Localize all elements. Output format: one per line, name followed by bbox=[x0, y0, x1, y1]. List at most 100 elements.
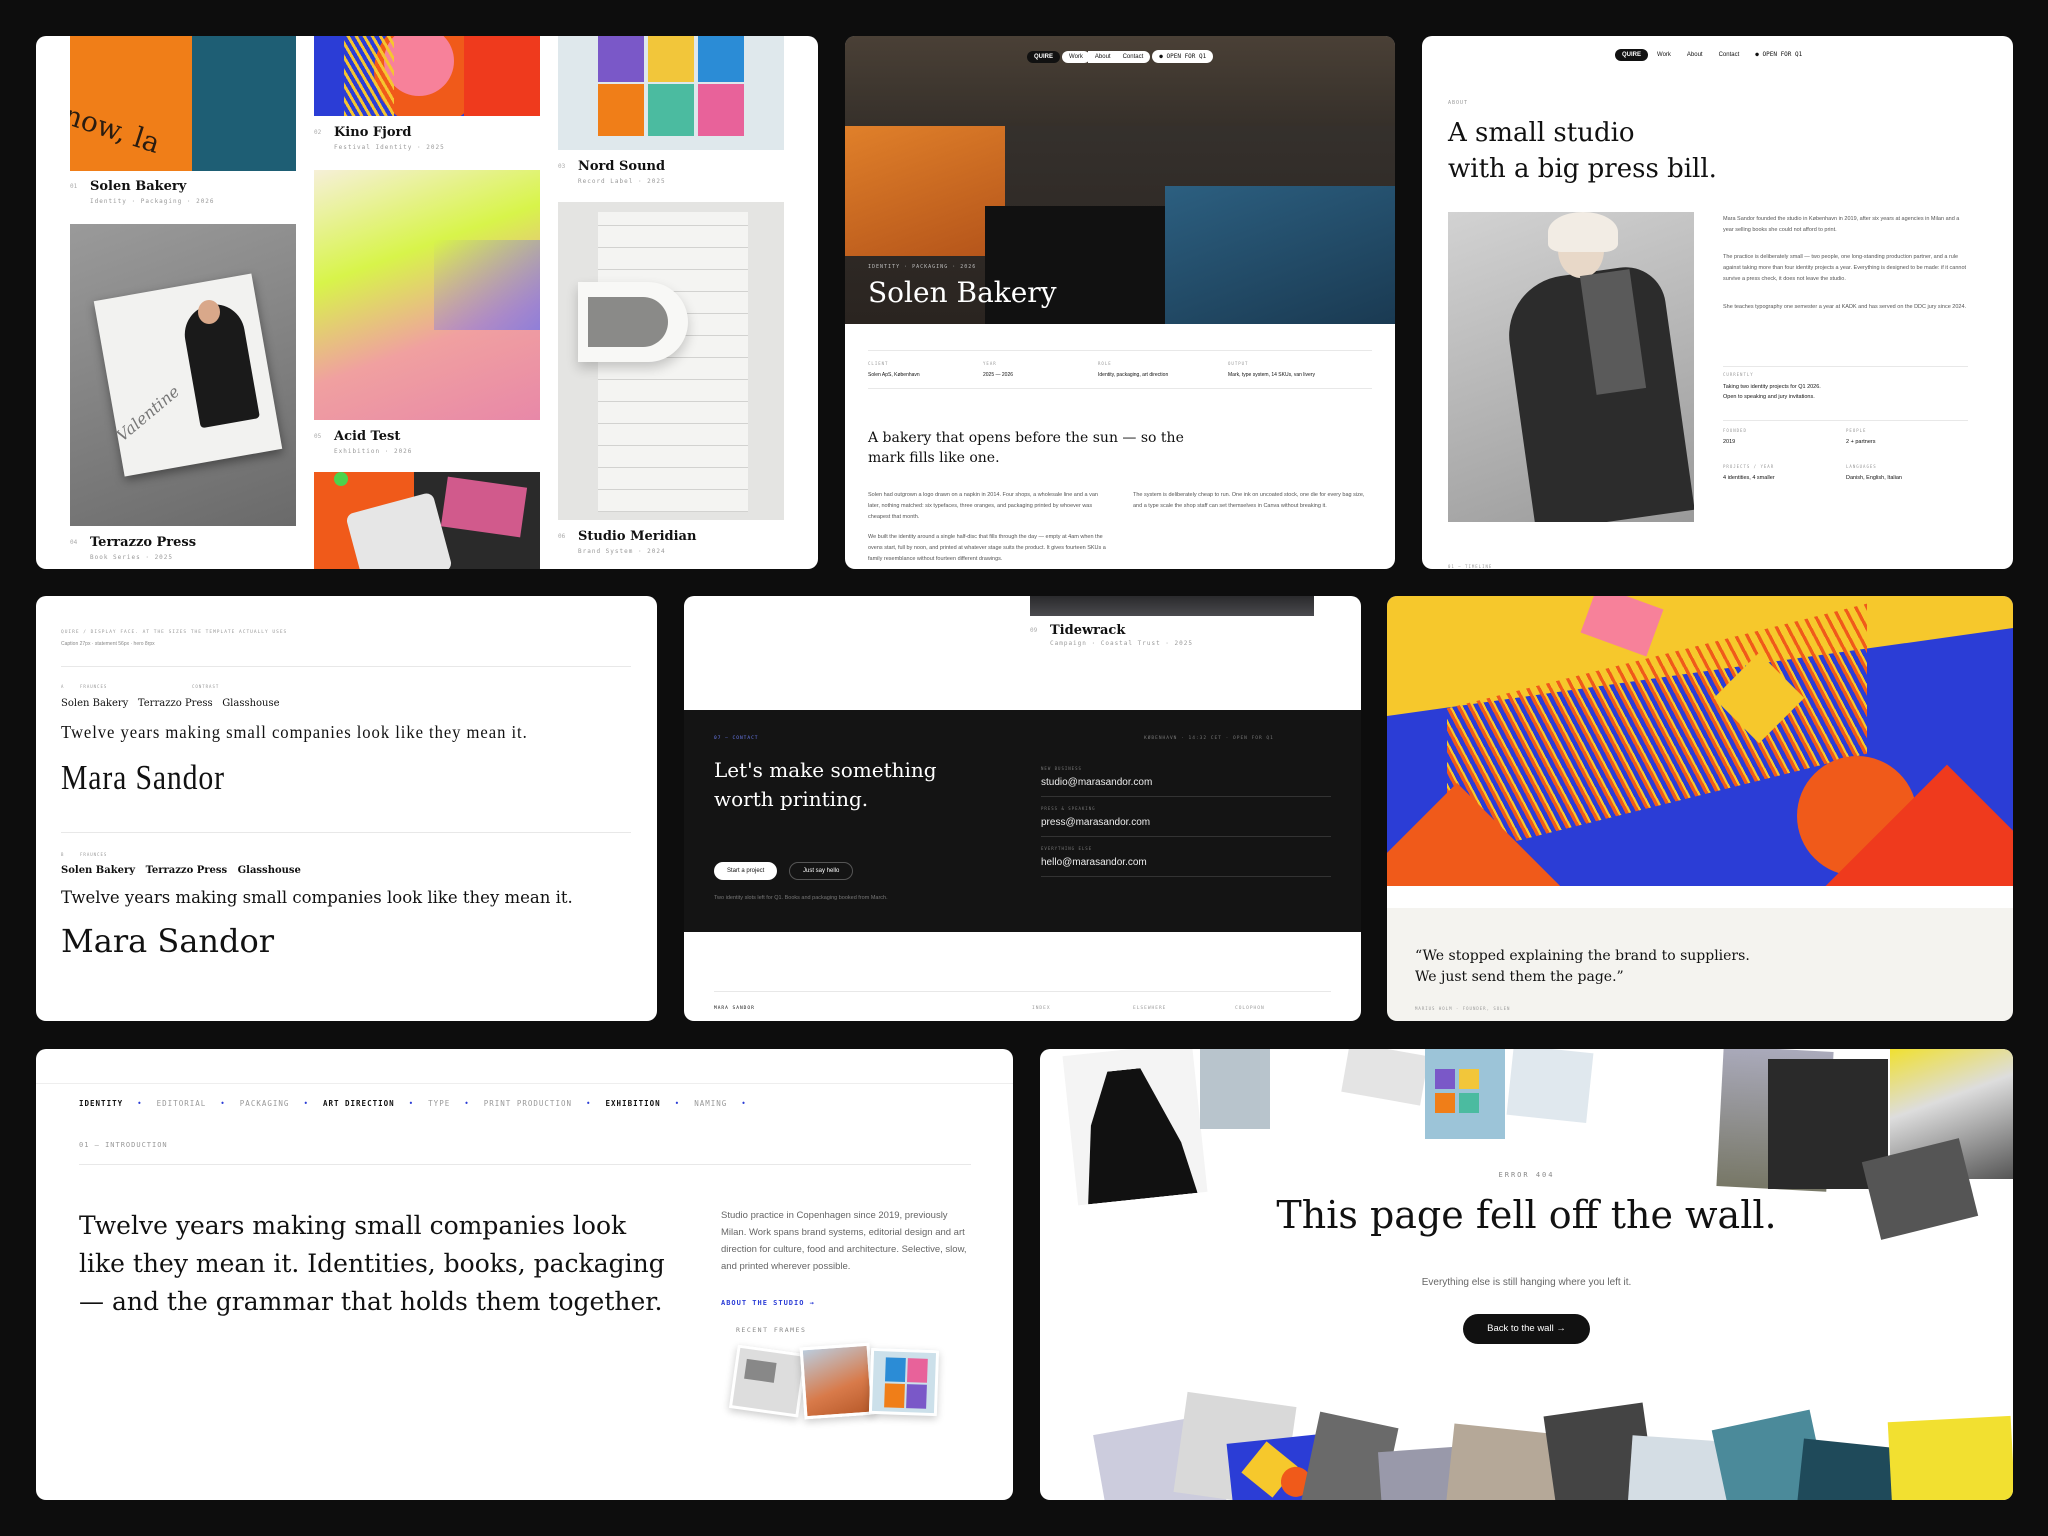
misc-desk-image[interactable] bbox=[314, 472, 540, 569]
collage-photo bbox=[1341, 1049, 1429, 1106]
collage-photo bbox=[1200, 1049, 1270, 1129]
logo-pill[interactable]: QUIRE bbox=[1615, 49, 1649, 61]
nav-link-about[interactable]: About bbox=[1087, 51, 1118, 63]
email-new-business[interactable]: studio@marasandor.com bbox=[1041, 777, 1152, 788]
project-title-meridian[interactable]: Studio Meridian bbox=[578, 529, 696, 544]
nav-link-work[interactable]: Work bbox=[1650, 49, 1678, 61]
about-studio-link[interactable]: ABOUT THE STUDIO → bbox=[721, 1299, 815, 1307]
email-press[interactable]: press@marasandor.com bbox=[1041, 817, 1150, 828]
acid-test-image[interactable] bbox=[314, 170, 540, 420]
logo-pill[interactable]: QUIRE bbox=[1027, 51, 1061, 63]
quote-line-1: “We stopped explaining the brand to supp… bbox=[1415, 948, 1750, 964]
meta-label: ROLE bbox=[1098, 361, 1112, 366]
intro-body: Studio practice in Copenhagen since 2019… bbox=[721, 1210, 967, 1272]
nord-sound-image[interactable] bbox=[558, 36, 784, 150]
collage-photo bbox=[1887, 1415, 2013, 1500]
tag-editorial[interactable]: EDITORIAL bbox=[157, 1099, 207, 1108]
gallery-panel: now, la 01 Solen Bakery Identity · Packa… bbox=[36, 36, 818, 569]
nav-link-contact[interactable]: Contact bbox=[1712, 49, 1747, 61]
quote-line-2: We just send them the page.” bbox=[1415, 969, 1624, 985]
project-title-solen[interactable]: Solen Bakery bbox=[90, 179, 186, 194]
variant-b-hero: Mara Sandor bbox=[61, 922, 275, 960]
about-para-3: She teaches typography one semester a ye… bbox=[1723, 304, 1967, 310]
specimen-header: QUIRE / DISPLAY FACE. AT THE SIZES THE T… bbox=[61, 630, 288, 635]
start-project-button[interactable]: Start a project bbox=[714, 862, 778, 880]
project-sub: Book Series · 2025 bbox=[90, 554, 174, 561]
tag-type[interactable]: TYPE bbox=[428, 1099, 450, 1108]
contact-label: PRESS & SPEAKING bbox=[1041, 806, 1096, 811]
item-number: 09 bbox=[1030, 627, 1038, 634]
variant-b-names: Solen Bakery Terrazzo Press Glasshouse bbox=[61, 865, 301, 876]
status-pill[interactable]: ● OPEN FOR Q1 bbox=[1748, 48, 1809, 61]
nav-link-work[interactable]: Work bbox=[1062, 51, 1090, 63]
tag-identity[interactable]: IDENTITY bbox=[79, 1099, 123, 1108]
meta-row: CLIENT Solen ApS, København YEAR 2025 — 20… bbox=[868, 361, 1372, 378]
fact-value: Danish, English, Italian bbox=[1846, 475, 1902, 481]
footer-link-colophon[interactable]: Colophon bbox=[1235, 1006, 1265, 1011]
footer-brand[interactable]: MARA SANDOR bbox=[714, 1006, 755, 1011]
tag-packaging[interactable]: PACKAGING bbox=[240, 1099, 290, 1108]
project-title-kino[interactable]: Kino Fjord bbox=[334, 125, 411, 140]
section-tag: ABOUT bbox=[1448, 100, 1469, 106]
frame-thumb-3[interactable] bbox=[868, 1347, 940, 1417]
nav-link-contact[interactable]: Contact bbox=[1115, 51, 1151, 63]
project-title-tidewrack[interactable]: Tidewrack bbox=[1050, 623, 1125, 638]
intro-headline-1: Twelve years making small companies look bbox=[79, 1211, 627, 1240]
tag-exhibition[interactable]: EXHIBITION bbox=[606, 1099, 661, 1108]
variant-a-hero: Mara Sandor bbox=[61, 758, 225, 797]
recent-frames-label: RECENT FRAMES bbox=[736, 1326, 807, 1334]
email-hello[interactable]: hello@marasandor.com bbox=[1041, 857, 1147, 868]
contact-headline-1: Let's make something bbox=[714, 758, 937, 782]
frame-thumb-2[interactable] bbox=[799, 1342, 875, 1420]
fact-label: LANGUAGES bbox=[1846, 464, 1877, 469]
separator-dot: • bbox=[586, 1099, 592, 1108]
fact-label: PEOPLE bbox=[1846, 428, 1867, 433]
timeline-label: 01 — TIMELINE bbox=[1448, 564, 1493, 569]
project-title-terrazzo[interactable]: Terrazzo Press bbox=[90, 535, 196, 550]
currently-label: CURRENTLY bbox=[1723, 372, 1754, 377]
contact-label: NEW BUSINESS bbox=[1041, 766, 1082, 771]
meridian-building-image[interactable] bbox=[558, 202, 784, 520]
variant-b-label: FRAUNCES bbox=[80, 852, 108, 857]
tag-art-direction[interactable]: ART DIRECTION bbox=[323, 1099, 395, 1108]
footer-link-elsewhere[interactable]: Elsewhere bbox=[1133, 1006, 1166, 1011]
section-text: 07 — CONTACT bbox=[714, 736, 759, 741]
service-tags: IDENTITY • EDITORIAL • PACKAGING • ART DIRE… bbox=[79, 1099, 747, 1108]
frame-thumb-1[interactable] bbox=[728, 1344, 808, 1418]
fact-value: 4 identities, 4 smaller bbox=[1723, 475, 1775, 481]
project-title-acid[interactable]: Acid Test bbox=[334, 429, 400, 444]
project-sub: Record Label · 2025 bbox=[578, 178, 666, 185]
about-panel: QUIRE Work About Contact ● OPEN FOR Q1 ABOUT… bbox=[1422, 36, 2013, 569]
name-solen: Solen Bakery bbox=[61, 698, 129, 709]
site-nav: QUIRE Work About Contact ● OPEN FOR Q1 bbox=[1615, 43, 1811, 61]
variant-a-label: FRAUNCES bbox=[80, 684, 108, 689]
solen-cover-image[interactable]: now, la bbox=[70, 36, 296, 171]
separator-dot: • bbox=[408, 1099, 415, 1108]
tag-print-production[interactable]: PRINT PRODUCTION bbox=[484, 1099, 572, 1108]
error-code: ERROR 404 bbox=[1498, 1171, 1555, 1179]
tidewrack-image[interactable] bbox=[1030, 596, 1314, 616]
contact-headline-2: worth printing. bbox=[714, 787, 869, 811]
variant-a-names: Solen Bakery Terrazzo Press Glasshouse bbox=[61, 698, 280, 709]
back-to-wall-button[interactable]: Back to the wall → bbox=[1463, 1314, 1590, 1344]
terrazzo-book-image[interactable]: Valentine bbox=[70, 224, 296, 526]
item-number: 01 bbox=[70, 183, 78, 190]
kino-fjord-image[interactable] bbox=[314, 36, 540, 116]
status-pill[interactable]: ● OPEN FOR Q1 bbox=[1152, 50, 1214, 63]
type-specimen-panel: QUIRE / DISPLAY FACE. AT THE SIZES THE T… bbox=[36, 596, 657, 1021]
say-hello-button[interactable]: Just say hello bbox=[789, 862, 854, 880]
project-title-nord[interactable]: Nord Sound bbox=[578, 159, 665, 174]
fact-label: PROJECTS / YEAR bbox=[1723, 464, 1775, 469]
footer-link-index[interactable]: Index bbox=[1032, 1006, 1051, 1011]
quote-attribution: MARIUS HOLM · FOUNDER, SOLEN bbox=[1415, 1006, 1511, 1011]
meta-value: 2025 — 2026 bbox=[983, 372, 1014, 378]
about-para-2: The practice is deliberately small — two… bbox=[1723, 254, 1967, 282]
tag-naming[interactable]: NAMING bbox=[694, 1099, 727, 1108]
project-sub: Exhibition · 2026 bbox=[334, 448, 413, 455]
variant-b-num: B bbox=[61, 852, 65, 857]
variant-a-num: A bbox=[61, 684, 65, 689]
separator-dot: • bbox=[303, 1099, 309, 1108]
nav-link-about[interactable]: About bbox=[1680, 49, 1710, 61]
error-404-panel: ERROR 404 This page fell off the wall. E… bbox=[1040, 1049, 2013, 1500]
meta-value: Mark, type system, 14 SKUs, van livery bbox=[1228, 372, 1315, 378]
